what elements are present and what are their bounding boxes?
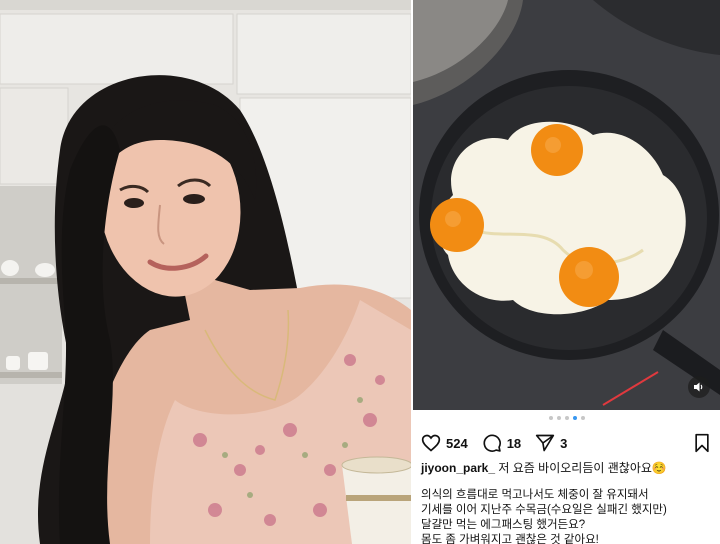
comment-button[interactable]: 18 <box>482 433 521 453</box>
caption-body: 의식의 흐름대로 먹고나서도 체중이 잘 유지돼서 기세를 이어 지난주 수목금… <box>421 488 712 544</box>
carousel-dot <box>548 416 553 420</box>
carousel-dot <box>572 416 577 420</box>
screenshot: 524 18 3 jiyoon_park_ 저 요즘 바이오리듬이 괜찮아요☺️… <box>0 0 720 544</box>
selfie-illustration <box>0 0 411 544</box>
caption-line: 기세를 이어 지난주 수목금(수요일은 실패긴 했지만) <box>421 504 667 516</box>
share-count: 3 <box>560 435 568 451</box>
post-image[interactable] <box>413 0 720 410</box>
carousel-dot <box>556 416 561 420</box>
caption-text: 저 요즘 바이오리듬이 괜찮아요☺️ <box>498 461 667 475</box>
send-icon <box>536 434 555 452</box>
carousel-indicator <box>413 416 720 422</box>
speaker-icon[interactable] <box>688 376 710 398</box>
selfie-photo <box>0 0 411 544</box>
post-caption: jiyoon_park_ 저 요즘 바이오리듬이 괜찮아요☺️ <box>421 460 712 476</box>
caption-line: 의식의 흐름대로 먹고나서도 체중이 잘 유지돼서 <box>421 489 649 501</box>
comment-count: 18 <box>506 435 522 451</box>
action-bar: 524 18 3 <box>421 430 712 456</box>
caption-line: 몸도 좀 가벼워지고 괜찮은 것 같아요! <box>421 534 599 544</box>
fried-eggs-illustration <box>413 0 720 410</box>
comment-icon <box>483 434 501 452</box>
username-link[interactable]: jiyoon_park_ <box>421 461 495 475</box>
like-count: 524 <box>446 435 468 451</box>
carousel-dot <box>564 416 569 420</box>
like-button[interactable]: 524 <box>421 433 468 453</box>
heart-icon <box>421 434 441 452</box>
share-button[interactable]: 3 <box>535 433 567 453</box>
instagram-post: 524 18 3 jiyoon_park_ 저 요즘 바이오리듬이 괜찮아요☺️… <box>413 0 720 544</box>
carousel-dot <box>580 416 585 420</box>
bookmark-icon <box>695 433 709 453</box>
caption-line: 달걀만 먹는 에그패스팅 했거든요? <box>421 519 586 531</box>
save-button[interactable] <box>692 433 712 453</box>
